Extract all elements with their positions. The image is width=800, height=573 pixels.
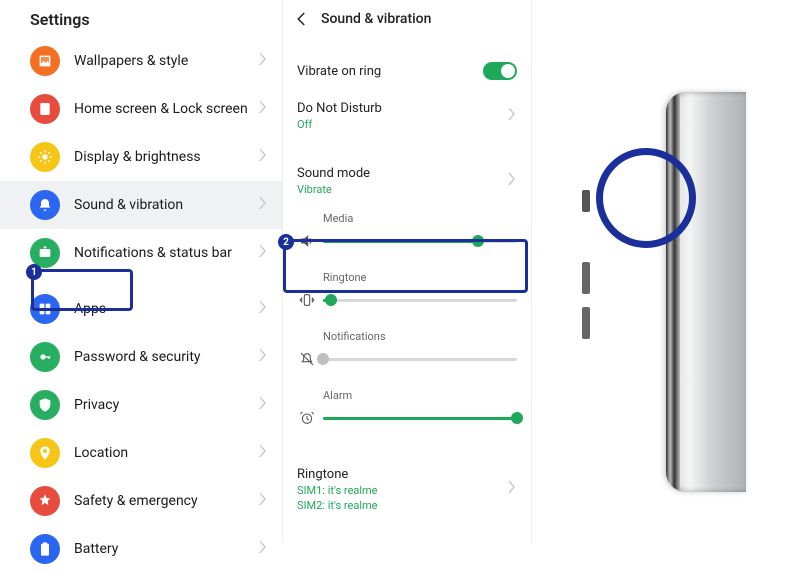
back-button[interactable] (291, 8, 313, 30)
sound-title: Sound & vibration (321, 11, 431, 27)
settings-item-wallpapers[interactable]: Wallpapers & style (0, 37, 282, 85)
callout-box-1: 1 (31, 269, 133, 311)
chevron-right-icon (258, 348, 268, 366)
dnd-row[interactable]: Do Not Disturb Off (283, 90, 531, 141)
alarm-slider[interactable] (323, 417, 517, 420)
settings-item-display[interactable]: Display & brightness (0, 133, 282, 181)
settings-item-battery[interactable]: Battery (0, 525, 282, 573)
chevron-right-icon (258, 444, 268, 462)
settings-item-label: Location (74, 445, 258, 461)
notifications-slider[interactable] (323, 358, 517, 361)
sound-mode-row[interactable]: Sound mode Vibrate (283, 155, 531, 206)
chevron-right-icon (258, 300, 268, 318)
dnd-value: Off (297, 118, 382, 131)
dnd-label: Do Not Disturb (297, 101, 382, 116)
settings-item-label: Notifications & status bar (74, 245, 258, 261)
lock-icon (30, 342, 60, 372)
settings-item-label: Safety & emergency (74, 493, 258, 509)
settings-item-label: Sound & vibration (74, 197, 258, 213)
settings-item-label: Display & brightness (74, 149, 258, 165)
alarm-icon (297, 408, 317, 428)
home-lock-icon (30, 94, 60, 124)
settings-item-label: Privacy (74, 397, 258, 413)
settings-item-label: Password & security (74, 349, 258, 365)
callout-badge-2: 2 (278, 234, 294, 250)
phone-illustration-panel (532, 0, 800, 543)
alarm-slider-block: Alarm (283, 383, 531, 442)
chevron-right-icon (507, 172, 517, 190)
battery-icon (30, 534, 60, 564)
chevron-right-icon (507, 480, 517, 498)
chevron-right-icon (258, 52, 268, 70)
volume-down-button-icon (582, 307, 590, 339)
callout-box-2: 2 (283, 239, 528, 293)
sound-mode-label: Sound mode (297, 166, 370, 181)
bell-off-icon (297, 349, 317, 369)
settings-item-location[interactable]: Location (0, 429, 282, 477)
settings-item-label: Home screen & Lock screen (74, 101, 258, 117)
chevron-right-icon (507, 107, 517, 125)
sound-icon (30, 190, 60, 220)
vibrate-toggle[interactable] (483, 62, 517, 80)
privacy-icon (30, 390, 60, 420)
emergency-icon (30, 486, 60, 516)
mute-switch-icon (582, 190, 590, 212)
settings-item-password[interactable]: Password & security (0, 333, 282, 381)
media-slider-label: Media (323, 212, 517, 225)
vibrate-on-ring-row[interactable]: Vibrate on ring (283, 52, 531, 90)
settings-item-safety[interactable]: Safety & emergency (0, 477, 282, 525)
brightness-icon (30, 142, 60, 172)
circle-annotation (596, 148, 696, 248)
vibrate-icon (297, 290, 317, 310)
chevron-right-icon (258, 196, 268, 214)
notifications-slider-block: Notifications (283, 324, 531, 383)
ringtone-sim2: SIM2: it's realme (297, 499, 377, 512)
settings-item-home-lock[interactable]: Home screen & Lock screen (0, 85, 282, 133)
settings-item-label: Battery (74, 541, 258, 557)
vibrate-label: Vibrate on ring (297, 64, 381, 79)
notifications-slider-label: Notifications (323, 330, 517, 343)
phone-illustration (586, 92, 746, 492)
callout-badge-1: 1 (26, 264, 42, 280)
ringtone-slider[interactable] (323, 299, 517, 302)
settings-title: Settings (0, 0, 282, 37)
chevron-right-icon (258, 244, 268, 262)
location-icon (30, 438, 60, 468)
ringtone-section-title: Ringtone (297, 467, 348, 482)
settings-item-label: Wallpapers & style (74, 53, 258, 69)
sound-mode-value: Vibrate (297, 183, 370, 196)
chevron-right-icon (258, 148, 268, 166)
volume-up-button-icon (582, 262, 590, 294)
alarm-slider-label: Alarm (323, 389, 517, 402)
chevron-right-icon (258, 396, 268, 414)
phone-body (666, 92, 746, 492)
ringtone-sim1: SIM1: it's realme (297, 484, 377, 497)
settings-item-privacy[interactable]: Privacy (0, 381, 282, 429)
ringtone-section-row[interactable]: Ringtone SIM1: it's realme SIM2: it's re… (283, 456, 531, 522)
sound-header: Sound & vibration (283, 0, 531, 38)
settings-item-sound[interactable]: Sound & vibration (0, 181, 282, 229)
wallpaper-icon (30, 46, 60, 76)
chevron-right-icon (258, 492, 268, 510)
chevron-right-icon (258, 100, 268, 118)
